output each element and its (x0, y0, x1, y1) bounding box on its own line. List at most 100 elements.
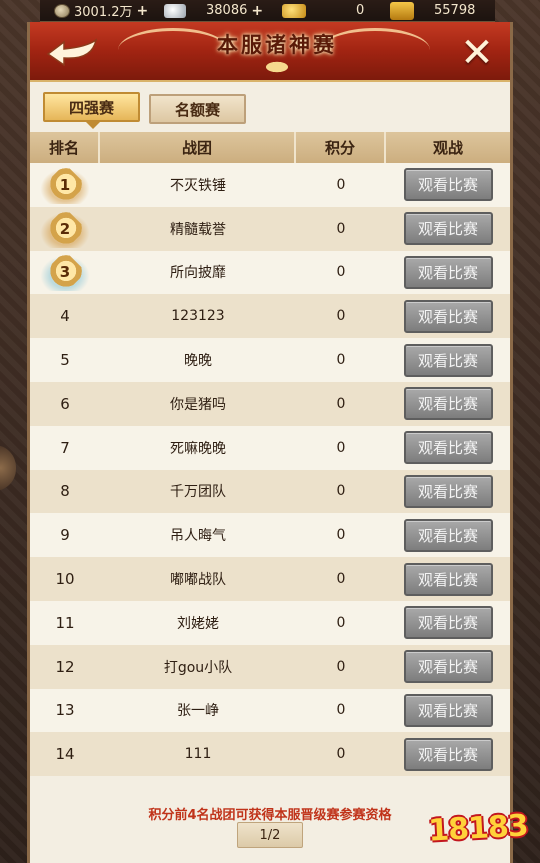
rank-value: 6 (60, 394, 70, 413)
column-header-watch: 观战 (432, 139, 463, 157)
team-name: 晚晚 (184, 353, 212, 370)
team-score: 0 (336, 658, 346, 675)
resource-gold-value: 0 (356, 3, 365, 18)
column-header-score: 积分 (296, 132, 386, 163)
add-silver-button[interactable]: + (251, 3, 263, 19)
watch-match-button[interactable]: 观看比赛 (403, 431, 493, 465)
team-score: 0 (336, 702, 346, 719)
table-row: 5 晚晚 0 观看比赛 (30, 338, 510, 382)
panel-header: 本服诸神赛 ✕ (30, 22, 510, 82)
rank-value: 14 (55, 745, 75, 764)
rank-value: 10 (55, 570, 75, 589)
team-name: 刘姥姥 (177, 615, 219, 632)
team-score: 0 (336, 571, 346, 588)
resource-bar: 3001.2万 + 38086 + 0 55798 (40, 0, 495, 22)
close-icon: ✕ (460, 30, 494, 76)
table-row: 6 你是猪吗 0 观看比赛 (30, 381, 510, 426)
title-ornament (258, 58, 296, 76)
watch-match-button[interactable]: 观看比赛 (403, 343, 493, 377)
rank-value: 9 (60, 526, 70, 545)
table-header: 排名 战团 积分 观战 (30, 132, 510, 163)
table-row: 8 千万团队 0 观看比赛 (30, 469, 510, 514)
team-name: 吊人晦气 (170, 528, 226, 545)
resource-copper: 3001.2万 + (54, 0, 148, 22)
watch-match-button[interactable]: 观看比赛 (403, 562, 493, 596)
back-arrow-icon (46, 38, 98, 66)
bronze-medal-icon: 3 (37, 253, 93, 292)
silver-ingot-icon (164, 3, 186, 18)
rank-value: 7 (60, 438, 70, 457)
table-row: 13 张一峥 0 观看比赛 (30, 688, 510, 733)
team-score: 0 (336, 614, 346, 631)
team-name: 不灭铁锤 (170, 177, 226, 194)
team-name: 打gou小队 (163, 659, 233, 676)
table-row: 12 打gou小队 0 观看比赛 (30, 644, 510, 689)
team-score: 0 (336, 439, 346, 456)
table-row: 7 死嘛晚晚 0 观看比赛 (30, 425, 510, 470)
watch-match-button[interactable]: 观看比赛 (403, 474, 493, 508)
rank-value: 1 (59, 175, 71, 194)
treasure-bag-icon (390, 1, 414, 20)
rank-value: 13 (55, 701, 75, 720)
team-score: 0 (336, 352, 346, 369)
silver-medal-icon: 2 (37, 209, 93, 248)
ranking-table: 1 不灭铁锤 0 观看比赛 2 精髓载誉 0 观看比赛 3 所向披靡 0 观看比… (30, 163, 510, 777)
team-name: 你是猪吗 (170, 396, 226, 413)
watch-match-button[interactable]: 观看比赛 (403, 212, 493, 246)
resource-silver-value: 38086 (206, 3, 248, 18)
rank-value: 2 (59, 219, 71, 238)
team-name: 嘟嘟战队 (170, 572, 226, 589)
team-score: 0 (336, 264, 346, 281)
resource-bag: 55798 (390, 0, 475, 22)
team-score: 0 (336, 220, 346, 237)
rank-value: 12 (55, 657, 75, 676)
table-row: 14 111 0 观看比赛 (30, 732, 510, 777)
add-copper-button[interactable]: + (137, 3, 149, 19)
rank-value: 11 (55, 613, 75, 632)
watch-match-button[interactable]: 观看比赛 (403, 299, 493, 333)
team-name: 张一峥 (177, 703, 219, 720)
watch-match-button[interactable]: 观看比赛 (403, 168, 493, 202)
team-score: 0 (336, 308, 346, 325)
table-row: 2 精髓载誉 0 观看比赛 (30, 206, 510, 251)
team-score: 0 (336, 176, 346, 193)
rank-value: 4 (60, 307, 70, 326)
watch-match-button[interactable]: 观看比赛 (403, 518, 493, 552)
rank-value: 5 (60, 351, 70, 370)
column-header-rank: 排名 (30, 132, 100, 163)
table-row: 10 嘟嘟战队 0 观看比赛 (30, 557, 510, 601)
rank-value: 8 (60, 482, 70, 501)
watch-match-button[interactable]: 观看比赛 (403, 255, 493, 289)
team-score: 0 (336, 483, 346, 500)
rank-value: 3 (59, 263, 71, 282)
team-name: 死嘛晚晚 (170, 440, 226, 457)
resource-copper-value: 3001.2万 (74, 5, 133, 20)
watch-match-button[interactable]: 观看比赛 (403, 387, 493, 421)
watch-match-button[interactable]: 观看比赛 (403, 606, 493, 640)
column-header-team: 战团 (100, 132, 296, 163)
table-row: 11 刘姥姥 0 观看比赛 (30, 600, 510, 645)
page-title: 本服诸神赛 (217, 32, 337, 57)
gold-medal-icon: 1 (37, 165, 93, 204)
resource-gold: 0 (282, 0, 364, 22)
team-score: 0 (336, 746, 346, 763)
resource-bag-value: 55798 (434, 3, 476, 18)
back-button[interactable] (40, 32, 104, 68)
table-row: 9 吊人晦气 0 观看比赛 (30, 513, 510, 558)
table-row: 4 123123 0 观看比赛 (30, 294, 510, 339)
watch-match-button[interactable]: 观看比赛 (403, 693, 493, 727)
team-name: 111 (184, 746, 212, 763)
team-name: 千万团队 (170, 484, 226, 501)
close-button[interactable]: ✕ (454, 30, 500, 76)
tab-qualifier[interactable]: 名额赛 (149, 94, 246, 124)
tournament-panel: 本服诸神赛 ✕ 四强赛 名额赛 排名 战团 积分 观战 1 不灭铁锤 0 观看比… (27, 22, 513, 863)
gold-ingot-icon (282, 3, 306, 18)
copper-coin-icon (54, 3, 70, 18)
team-score: 0 (336, 395, 346, 412)
team-name: 123123 (171, 308, 225, 325)
watch-match-button[interactable]: 观看比赛 (403, 650, 493, 684)
watch-match-button[interactable]: 观看比赛 (403, 737, 493, 771)
tab-top4[interactable]: 四强赛 (43, 92, 140, 129)
page-indicator[interactable]: 1/2 (237, 822, 303, 848)
site-watermark-logo: 18183 (427, 807, 529, 849)
